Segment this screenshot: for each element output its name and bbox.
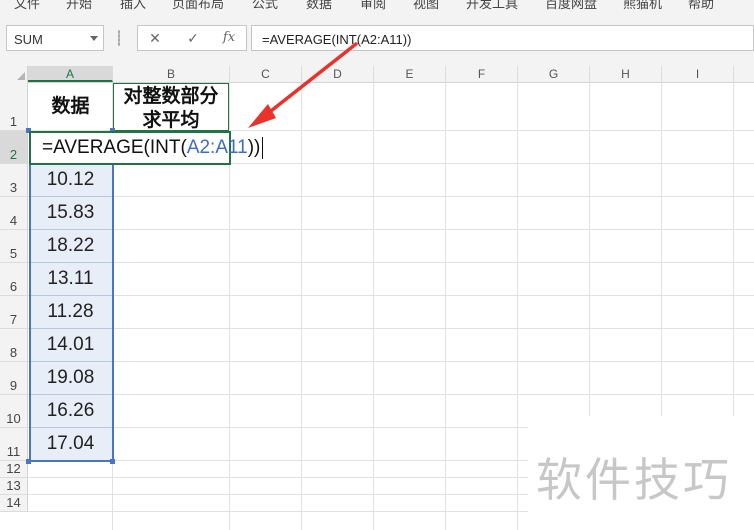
gridline: [28, 361, 754, 362]
gridline: [661, 82, 662, 432]
watermark: 软件技巧: [536, 444, 732, 510]
gridline: [28, 196, 754, 197]
name-box-value: SUM: [14, 32, 43, 47]
tab-view[interactable]: 视图: [413, 0, 439, 10]
cell-b1-line2: 求平均: [142, 109, 200, 131]
gridline: [301, 82, 302, 530]
tab-page-layout[interactable]: 页面布局: [172, 0, 224, 10]
gridline: [445, 82, 446, 530]
row-header-12[interactable]: 12: [0, 461, 28, 478]
gridline: [28, 262, 754, 263]
range-handle[interactable]: [110, 459, 115, 464]
row-header-3[interactable]: 3: [0, 164, 28, 197]
tab-baidu-netdisk[interactable]: 百度网盘: [545, 0, 597, 10]
select-all-corner[interactable]: [0, 66, 28, 82]
tab-developer[interactable]: 开发工具: [466, 0, 518, 10]
ribbon-tab-bar: 文件 开始 插入 页面布局 公式 数据 审阅 视图 开发工具 百度网盘 熊猫机 …: [0, 0, 754, 10]
cell-a2-editor[interactable]: =AVERAGE(INT(A2:A11)): [42, 133, 264, 163]
select-all-icon: [17, 72, 25, 80]
formula-input[interactable]: =AVERAGE(INT(A2:A11)): [251, 25, 754, 51]
check-icon[interactable]: ✓: [182, 28, 204, 48]
row-header-9[interactable]: 9: [0, 362, 28, 395]
gridline: [28, 328, 754, 329]
gridline: [517, 82, 518, 530]
row-header-8[interactable]: 8: [0, 329, 28, 362]
column-header-h[interactable]: H: [590, 66, 662, 82]
tab-review[interactable]: 审阅: [360, 0, 386, 10]
column-header-c[interactable]: C: [230, 66, 302, 82]
gridline: [28, 229, 754, 230]
row-header-6[interactable]: 6: [0, 263, 28, 296]
column-header-g[interactable]: G: [518, 66, 590, 82]
gridline: [28, 477, 528, 478]
row-header-10[interactable]: 10: [0, 395, 28, 428]
cancel-icon[interactable]: ✕: [144, 28, 166, 48]
tab-xiongmao[interactable]: 熊猫机: [623, 0, 662, 10]
chevron-down-icon[interactable]: [90, 36, 98, 41]
tab-data[interactable]: 数据: [306, 0, 332, 10]
formula-prefix: =AVERAGE(INT(: [42, 137, 187, 158]
gridline: [733, 82, 734, 432]
tab-help[interactable]: 帮助: [688, 0, 714, 10]
formula-suffix: )): [247, 137, 261, 158]
column-header-d[interactable]: D: [302, 66, 374, 82]
cell-a1[interactable]: 数据: [29, 94, 112, 118]
column-header-f[interactable]: F: [446, 66, 518, 82]
row-header-11[interactable]: 11: [0, 428, 28, 461]
cell-b1[interactable]: 对整数部分 求平均: [113, 83, 229, 131]
name-box[interactable]: SUM: [6, 25, 104, 51]
formula-buttons: ✕ ✓ fx: [137, 25, 247, 51]
formula-text: =AVERAGE(INT(A2:A11)): [262, 32, 412, 47]
gridline: [28, 394, 754, 395]
row-header-13[interactable]: 13: [0, 478, 28, 495]
tab-formulas[interactable]: 公式: [252, 0, 278, 10]
row-header-14[interactable]: 14: [0, 495, 28, 512]
cell-b1-line1: 对整数部分: [123, 85, 219, 107]
insert-function-icon[interactable]: fx: [218, 28, 240, 48]
tab-file[interactable]: 文件: [14, 0, 40, 10]
row-header-1[interactable]: 1: [0, 82, 28, 131]
range-highlight-a2-a11: [29, 131, 114, 462]
column-header-i[interactable]: I: [662, 66, 734, 82]
row-header-4[interactable]: 4: [0, 197, 28, 230]
formula-bar: SUM ✕ ✓ fx =AVERAGE(INT(A2:A11)): [0, 10, 754, 66]
gridline: [28, 511, 528, 512]
column-header-a[interactable]: A: [28, 66, 113, 82]
range-handle[interactable]: [26, 459, 31, 464]
row-header-2[interactable]: 2: [0, 131, 28, 164]
formula-bar-grip[interactable]: [118, 30, 120, 46]
column-header-e[interactable]: E: [374, 66, 446, 82]
gridline: [373, 82, 374, 530]
tab-insert[interactable]: 插入: [120, 0, 146, 10]
gridline: [589, 82, 590, 432]
gridline: [28, 494, 528, 495]
gridline: [28, 295, 754, 296]
row-header-7[interactable]: 7: [0, 296, 28, 329]
column-header-b[interactable]: B: [113, 66, 230, 82]
formula-range-ref: A2:A11: [186, 137, 248, 158]
tab-home[interactable]: 开始: [66, 0, 92, 10]
row-header-5[interactable]: 5: [0, 230, 28, 263]
text-cursor: [262, 136, 264, 159]
